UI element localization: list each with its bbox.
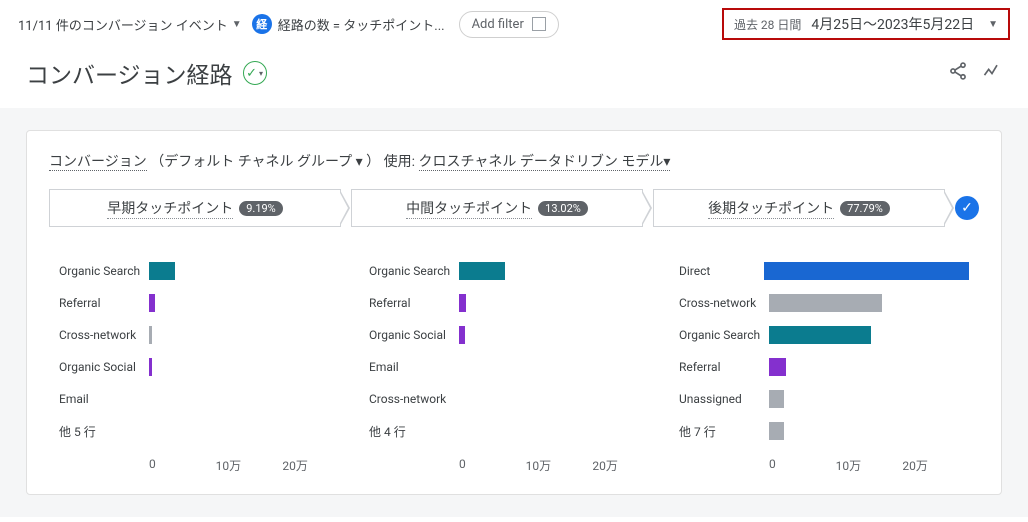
bar-row: Organic Search [59, 255, 349, 287]
bar-label: Cross-network [679, 296, 769, 310]
bar-row: 他 5 行 [59, 415, 349, 447]
bar-row: Email [59, 383, 349, 415]
bar [769, 422, 784, 440]
tab-label: 後期タッチポイント [708, 198, 834, 219]
conversion-events-label: 11/11 件のコンバージョン イベント [18, 15, 228, 34]
bar-row: Organic Search [369, 255, 659, 287]
axis-tick: 10万 [526, 457, 593, 474]
done-check-icon[interactable]: ✓ [955, 196, 979, 220]
bar-label: Organic Search [369, 264, 459, 278]
bar-row: 他 7 行 [679, 415, 969, 447]
date-range-value: 4月25日～2023年5月22日 [811, 14, 974, 34]
bar-label: Unassigned [679, 392, 769, 406]
bar-label: Organic Search [59, 264, 149, 278]
touchpoint-tab-2[interactable]: 後期タッチポイント 77.79% [653, 189, 945, 227]
bar-label: 他 4 行 [369, 423, 459, 440]
tab-percent: 13.02% [538, 201, 588, 216]
axis-tick: 0 [769, 457, 836, 474]
axis-tick: 10万 [836, 457, 903, 474]
bar [149, 358, 152, 376]
conversion-paths-card: コンバージョン （デフォルト チャネル グループ ▾ ） 使用: クロスチャネル… [26, 130, 1002, 495]
bar-row: Cross-network [369, 383, 659, 415]
axis-tick: 20万 [592, 457, 659, 474]
tab-percent: 9.19% [239, 201, 283, 216]
add-filter-square-icon [532, 17, 546, 31]
bar-label: Referral [59, 296, 149, 310]
x-axis: 010万20万 [59, 457, 349, 474]
chevron-down-icon: ▼ [232, 19, 242, 30]
touchpoint-chart-2: Direct Cross-network Organic Search Referra… [669, 255, 979, 474]
share-icon[interactable] [948, 61, 968, 85]
axis-tick: 0 [459, 457, 526, 474]
bar-label: Email [59, 392, 149, 406]
bar [764, 262, 969, 280]
check-icon: ✓ [246, 66, 257, 81]
filter-text: 経路の数 = タッチポイント... [278, 15, 445, 34]
x-axis: 010万20万 [369, 457, 659, 474]
dimension-picker[interactable]: コンバージョン [49, 154, 147, 171]
bar [769, 294, 882, 312]
date-range-prefix: 過去 28 日間 [734, 16, 801, 33]
bar-label: 他 5 行 [59, 423, 149, 440]
bar-label: Organic Search [679, 328, 769, 342]
bar-label: Cross-network [59, 328, 149, 342]
status-ok-badge[interactable]: ✓ ▾ [243, 61, 267, 85]
x-axis: 010万20万 [679, 457, 969, 474]
tab-percent: 77.79% [840, 201, 890, 216]
bar-row: Referral [679, 351, 969, 383]
bar-row: Cross-network [59, 319, 349, 351]
bar-label: Referral [679, 360, 769, 374]
bar [149, 262, 175, 280]
filter-badge-icon: 経 [252, 14, 272, 34]
bar-row: Cross-network [679, 287, 969, 319]
bar-label: Referral [369, 296, 459, 310]
bar-row: Organic Search [679, 319, 969, 351]
bar-row: Organic Social [369, 319, 659, 351]
conversion-events-dropdown[interactable]: 11/11 件のコンバージョン イベント ▼ [18, 15, 242, 34]
touchpoint-tab-1[interactable]: 中間タッチポイント 13.02% [351, 189, 643, 227]
add-filter-label: Add filter [472, 17, 524, 32]
add-filter-button[interactable]: Add filter [459, 11, 559, 38]
chevron-down-icon: ▾ [259, 69, 263, 78]
axis-tick: 20万 [282, 457, 349, 474]
bar-label: Cross-network [369, 392, 459, 406]
touchpoint-chart-1: Organic Search Referral Organic Social Emai… [359, 255, 669, 474]
bar [769, 390, 784, 408]
axis-tick: 10万 [216, 457, 283, 474]
bar-row: 他 4 行 [369, 415, 659, 447]
touchpoint-chart-0: Organic Search Referral Cross-network Organ… [49, 255, 359, 474]
bar-label: Organic Social [59, 360, 149, 374]
bar-row: Email [369, 351, 659, 383]
axis-tick: 20万 [902, 457, 969, 474]
date-range-picker[interactable]: 過去 28 日間 4月25日～2023年5月22日 ▼ [722, 8, 1010, 40]
bar-label: Email [369, 360, 459, 374]
channel-group-label: （デフォルト チャネル グループ ▾ ） [150, 154, 380, 170]
bar [149, 326, 152, 344]
bar [149, 294, 155, 312]
bar-row: Unassigned [679, 383, 969, 415]
bar [459, 326, 465, 344]
active-filter-chip[interactable]: 経 経路の数 = タッチポイント... [252, 14, 445, 34]
bar-row: Organic Social [59, 351, 349, 383]
bar [769, 358, 786, 376]
chevron-down-icon: ▼ [988, 19, 998, 30]
touchpoint-tab-0[interactable]: 早期タッチポイント 9.19% [49, 189, 341, 227]
bar-row: Referral [59, 287, 349, 319]
insights-icon[interactable] [982, 61, 1002, 85]
bar-label: Direct [679, 264, 764, 278]
bar-row: Direct [679, 255, 969, 287]
axis-tick: 0 [149, 457, 216, 474]
tab-label: 早期タッチポイント [107, 198, 233, 219]
bar-label: Organic Social [369, 328, 459, 342]
page-title: コンバージョン経路 [26, 56, 233, 90]
tab-label: 中間タッチポイント [406, 198, 532, 219]
bar [459, 294, 466, 312]
bar-row: Referral [369, 287, 659, 319]
chevron-down-icon: ▾ [663, 154, 670, 170]
model-picker[interactable]: クロスチャネル データドリブン モデル▾ [419, 154, 671, 171]
bar-label: 他 7 行 [679, 423, 769, 440]
bar [769, 326, 871, 344]
bar [459, 262, 505, 280]
